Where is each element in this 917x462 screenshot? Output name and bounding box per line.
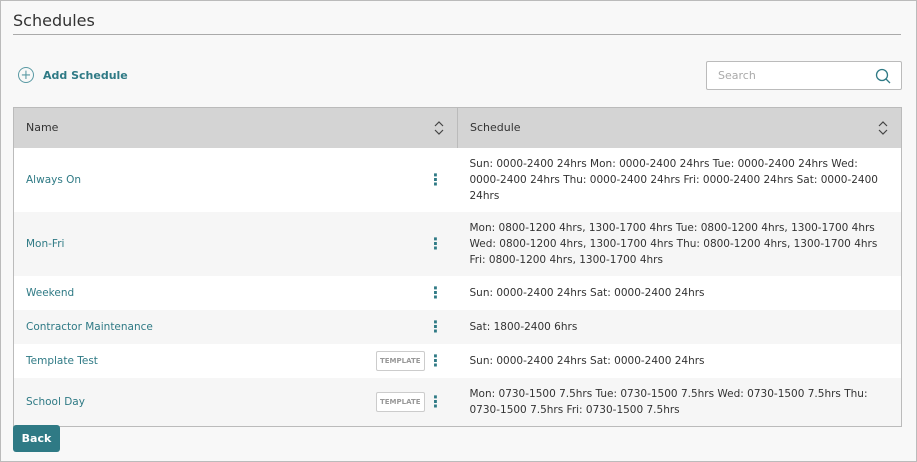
- table-row: Template Test TEMPLATE ⋮ Sun: 0000-2400 24h…: [13, 343, 902, 378]
- schedule-name-link[interactable]: Template Test TEMPLATE ⋮: [13, 343, 458, 378]
- back-button[interactable]: Back: [13, 425, 60, 452]
- schedule-name-link[interactable]: Contractor Maintenance ⋮: [13, 309, 458, 344]
- table-row: Contractor Maintenance ⋮ Sat: 1800-2400 6h…: [13, 309, 902, 344]
- more-options-icon[interactable]: ⋮: [428, 284, 444, 301]
- more-options-icon[interactable]: ⋮: [428, 318, 444, 335]
- template-badge: TEMPLATE: [375, 391, 425, 412]
- schedule-cell: Mon: 0800-1200 4hrs, 1300-1700 4hrs Tue:…: [457, 211, 902, 276]
- schedule-cell: Sat: 1800-2400 6hrs: [457, 309, 902, 344]
- schedule-name-link[interactable]: Weekend ⋮: [13, 275, 458, 310]
- search-input[interactable]: [718, 69, 868, 82]
- sort-icon[interactable]: [433, 120, 445, 136]
- column-header-schedule[interactable]: Schedule: [457, 107, 902, 148]
- table-row: School Day TEMPLATE ⋮ Mon: 0730-1500 7.5hrs…: [13, 377, 902, 426]
- sort-icon[interactable]: [877, 120, 889, 136]
- schedule-name-link[interactable]: Mon-Fri ⋮: [13, 211, 458, 276]
- plus-circle-icon: +: [18, 67, 34, 83]
- schedule-cell: Sun: 0000-2400 24hrs Sat: 0000-2400 24hr…: [457, 343, 902, 378]
- more-options-icon[interactable]: ⋮: [428, 235, 444, 252]
- template-badge: TEMPLATE: [375, 350, 425, 371]
- schedule-name-link[interactable]: Always On ⋮: [13, 147, 458, 212]
- search-box[interactable]: [706, 61, 902, 90]
- table-row: Always On ⋮ Sun: 0000-2400 24hrs Mon: 0000…: [13, 147, 902, 212]
- search-icon[interactable]: [875, 68, 891, 84]
- schedule-cell: Sun: 0000-2400 24hrs Mon: 0000-2400 24hr…: [457, 147, 902, 212]
- schedule-cell: Mon: 0730-1500 7.5hrs Tue: 0730-1500 7.5…: [457, 377, 902, 426]
- more-options-icon[interactable]: ⋮: [428, 352, 444, 369]
- more-options-icon[interactable]: ⋮: [428, 393, 444, 410]
- schedules-table: Name Schedule Always On ⋮ Sun: 0000-2400 2…: [13, 107, 902, 427]
- add-schedule-label: Add Schedule: [43, 68, 128, 82]
- table-row: Mon-Fri ⋮ Mon: 0800-1200 4hrs, 1300-1700 4…: [13, 211, 902, 276]
- table-row: Weekend ⋮ Sun: 0000-2400 24hrs Sat: 0000-2…: [13, 275, 902, 310]
- page-title: Schedules: [13, 11, 95, 30]
- column-header-name[interactable]: Name: [13, 107, 458, 148]
- schedule-name-link[interactable]: School Day TEMPLATE ⋮: [13, 377, 458, 426]
- schedule-cell: Sun: 0000-2400 24hrs Sat: 0000-2400 24hr…: [457, 275, 902, 310]
- more-options-icon[interactable]: ⋮: [428, 171, 444, 188]
- title-divider: [13, 34, 901, 35]
- add-schedule-button[interactable]: + Add Schedule: [18, 67, 128, 83]
